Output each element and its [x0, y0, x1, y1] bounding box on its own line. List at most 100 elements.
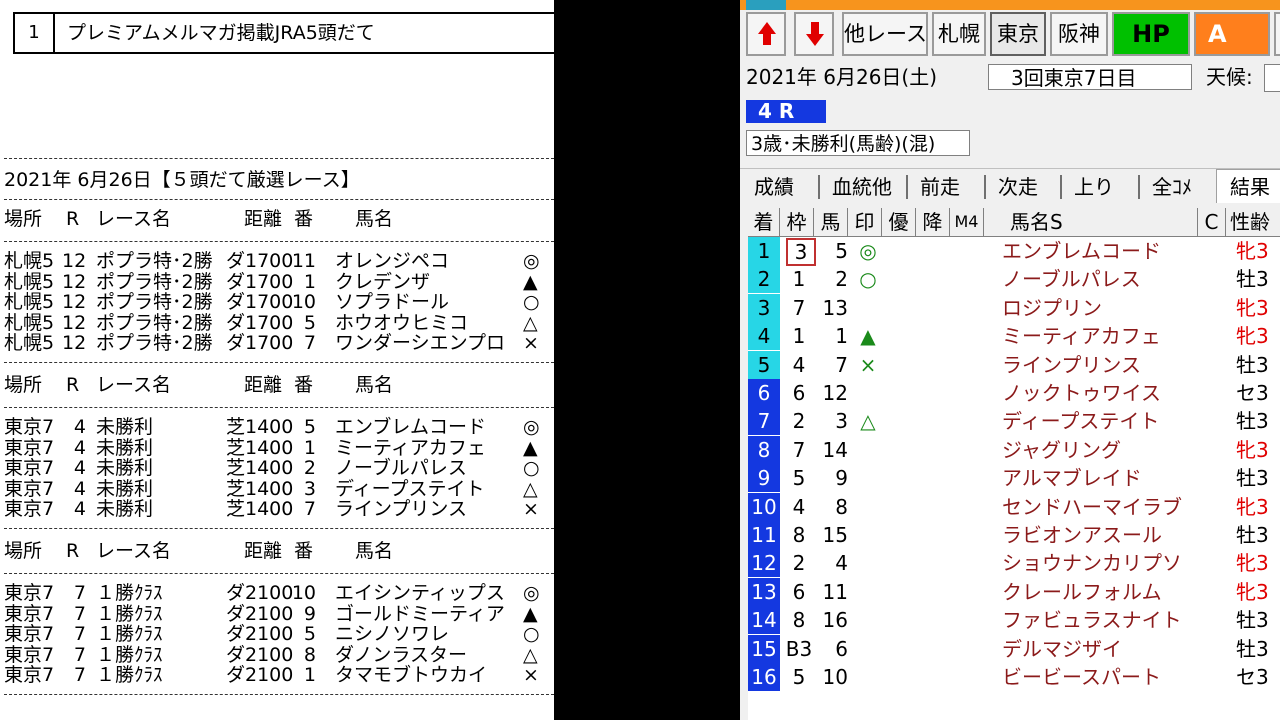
- result-row[interactable]: 6 6 12 ノックトゥワイス セ3: [748, 379, 1280, 407]
- result-waku: 1: [792, 324, 806, 349]
- result-row[interactable]: 13 6 11 クレールフォルム 牝3: [748, 577, 1280, 606]
- result-waku: 7: [792, 437, 806, 462]
- pick-horse: タマモブトウカイ: [335, 664, 488, 687]
- result-row[interactable]: 5 4 7 × ラインプリンス 牡3: [748, 350, 1280, 379]
- result-row[interactable]: 15 B3 6 デルマジザイ 牡3: [748, 634, 1280, 663]
- column-header-place: 場所: [4, 374, 43, 396]
- result-chaku: 13: [748, 577, 780, 606]
- pick-horse: エイシンティップス: [335, 582, 505, 604]
- col-header-kou[interactable]: 降: [916, 208, 950, 236]
- result-row[interactable]: 3 7 13 ロジプリン 牝3: [748, 293, 1280, 322]
- result-chaku: 11: [748, 521, 780, 549]
- result-uma: 13: [822, 295, 848, 320]
- result-row[interactable]: 12 2 4 ショウナンカリプソ 牝3: [748, 549, 1280, 578]
- result-mark: ◎: [859, 239, 877, 263]
- pick-r: 4: [73, 457, 86, 480]
- col-header-chaku[interactable]: 着: [748, 208, 780, 236]
- pick-race: ポプラ特･2勝: [96, 250, 213, 272]
- pick-r: 4: [73, 477, 86, 500]
- pick-race: 未勝利: [96, 477, 154, 500]
- tab-seiseki[interactable]: 成績: [754, 171, 794, 203]
- col-header-horse-name[interactable]: 馬名S: [984, 208, 1198, 236]
- result-row[interactable]: 11 8 15 ラビオンアスール 牡3: [748, 521, 1280, 549]
- result-mark: △: [860, 409, 876, 434]
- pick-dist: ダ2100: [226, 602, 294, 625]
- result-sex: 牡3: [1236, 636, 1269, 661]
- result-mark: ○: [859, 267, 877, 292]
- pick-num: 8: [303, 643, 316, 666]
- result-waku: B3: [785, 636, 813, 661]
- pick-num: 7: [303, 332, 316, 355]
- other-race-button[interactable]: 他レース: [842, 12, 928, 56]
- pick-row: 東京7 4 未勝利 芝1400 5 エンブレムコード ◎: [0, 417, 554, 438]
- venue-hanshin-button[interactable]: 阪神: [1050, 12, 1108, 56]
- venue-tokyo-button[interactable]: 東京: [990, 12, 1046, 56]
- pick-mark: ×: [523, 498, 539, 521]
- pick-race: 未勝利: [96, 498, 154, 521]
- pick-horse: ワンダーシエンプロ: [335, 332, 506, 355]
- prev-race-button[interactable]: [746, 12, 786, 56]
- col-header-yuu[interactable]: 優: [882, 208, 916, 236]
- tab-jiso[interactable]: 次走: [998, 171, 1038, 203]
- column-header-race: レース名: [96, 540, 172, 562]
- result-name: ショウナンカリプソ: [1002, 551, 1182, 576]
- pick-num: 1: [303, 270, 316, 293]
- pick-row: 札幌5 12 ポプラ特･2勝 ダ1700 10 ソプラドール ○: [0, 292, 554, 313]
- result-uma: 14: [822, 437, 848, 462]
- pick-race: １勝ｸﾗｽ: [96, 602, 163, 625]
- pick-place: 東京7: [4, 498, 55, 521]
- pick-mark: ▲: [523, 602, 538, 625]
- col-header-waku[interactable]: 枠: [780, 208, 814, 236]
- tab-kettou[interactable]: 血統他: [832, 171, 892, 203]
- next-race-button[interactable]: [794, 12, 834, 56]
- result-row[interactable]: 4 1 1 ▲ ミーティアカフェ 牝3: [748, 322, 1280, 351]
- col-header-sex-age[interactable]: 性齢: [1226, 208, 1280, 236]
- tab-agari[interactable]: 上り: [1074, 171, 1114, 203]
- pick-mark: ×: [523, 664, 539, 687]
- result-row[interactable]: 9 5 9 アルマブレイド 牡3: [748, 464, 1280, 493]
- result-sex: 牡3: [1236, 466, 1269, 491]
- hp-button[interactable]: HP: [1112, 12, 1190, 56]
- meeting-field: 3回東京7日目: [988, 64, 1192, 90]
- result-row[interactable]: 1 3 5 ◎ エンブレムコード 牝3: [748, 237, 1280, 266]
- tab-all-comment[interactable]: 全ｺﾒ: [1152, 171, 1192, 203]
- tab-zenso[interactable]: 前走: [920, 171, 960, 203]
- pick-num: 10: [291, 291, 316, 314]
- pick-race: ポプラ特･2勝: [96, 311, 213, 334]
- more-button[interactable]: [1274, 12, 1280, 56]
- column-header-dist: 距離: [244, 208, 283, 230]
- result-sex: 牝3: [1236, 551, 1269, 576]
- a-button[interactable]: A: [1194, 12, 1270, 56]
- col-header-c[interactable]: C: [1198, 208, 1226, 236]
- col-header-mark[interactable]: 印: [848, 208, 882, 236]
- result-row[interactable]: 10 4 8 センドハーマイラブ 牝3: [748, 492, 1280, 521]
- pick-horse: ニシノソワレ: [335, 623, 450, 646]
- result-row[interactable]: 7 2 3 △ ディープステイト 牡3: [748, 407, 1280, 436]
- result-chaku: 5: [748, 350, 780, 379]
- col-header-m4[interactable]: M4: [950, 208, 984, 236]
- newsletter-header-number: 1: [15, 14, 55, 52]
- result-sex: 牡3: [1236, 523, 1269, 547]
- pick-row: 札幌5 12 ポプラ特･2勝 ダ1700 1 クレデンザ ▲: [0, 270, 554, 293]
- result-row[interactable]: 8 7 14 ジャグリング 牝3: [748, 435, 1280, 464]
- col-header-uma[interactable]: 馬: [814, 208, 848, 236]
- result-waku: 5: [792, 466, 806, 491]
- result-uma: 12: [822, 381, 848, 405]
- newsletter-header-title: プレミアムメルマガ掲載JRA5頭だて: [67, 22, 375, 44]
- result-chaku: 8: [748, 435, 780, 464]
- venue-sapporo-button[interactable]: 札幌: [932, 12, 986, 56]
- result-name: ミーティアカフェ: [1002, 324, 1161, 349]
- result-row[interactable]: 2 1 2 ○ ノーブルパレス 牡3: [748, 265, 1280, 294]
- divider: [4, 694, 554, 695]
- result-row[interactable]: 14 8 16 ファビュラスナイト 牡3: [748, 606, 1280, 635]
- tab-separator: [1138, 175, 1140, 199]
- pick-r: 7: [73, 623, 86, 646]
- column-header-r: R: [66, 540, 80, 562]
- pick-race: ポプラ特･2勝: [96, 332, 213, 355]
- pick-place: 東京7: [4, 477, 55, 500]
- pick-r: 7: [73, 602, 86, 625]
- pick-dist: 芝1400: [226, 436, 294, 459]
- result-sex: 牝3: [1236, 494, 1269, 519]
- tab-result[interactable]: 結果: [1230, 171, 1270, 203]
- result-row[interactable]: 16 5 10 ビービースパート セ3: [748, 663, 1280, 691]
